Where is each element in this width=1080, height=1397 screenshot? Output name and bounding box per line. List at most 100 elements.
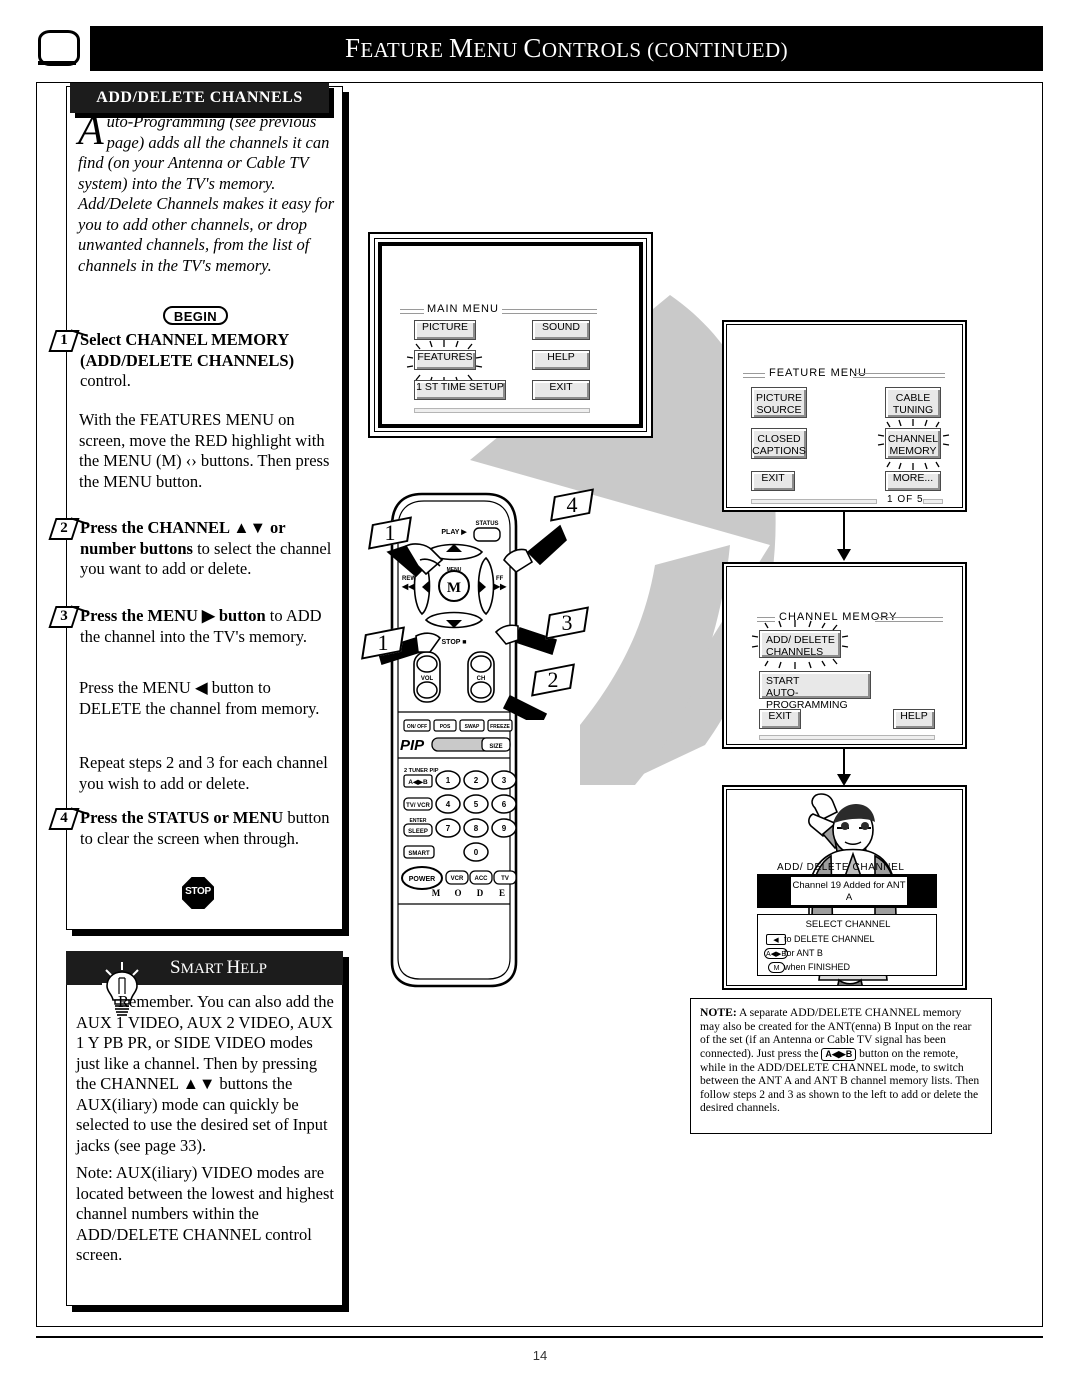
intro-dropcap: A (78, 108, 104, 154)
section-tab-label: ADD/DELETE CHANNELS (96, 89, 303, 106)
callout-2: 2 (531, 663, 580, 701)
callout-4: 4 (550, 488, 599, 526)
svg-text:SIZE: SIZE (489, 744, 502, 750)
intro-text: uto-Programming (see previous page) adds… (78, 112, 335, 275)
callout-1-bottom: 1 (361, 626, 410, 664)
osd-button-picture[interactable]: PICTURE (414, 320, 476, 340)
main-menu-tv-illustration: MAIN MENU PICTURE SOUND FEATURES HELP 1 … (368, 232, 653, 438)
svg-text:6: 6 (502, 800, 507, 809)
step-lead-1: Select CHANNEL MEMORY (ADD/DELETE CHANNE… (80, 330, 295, 370)
svg-text:SMART: SMART (408, 851, 430, 857)
osd-button-sound[interactable]: SOUND (532, 320, 590, 340)
add-delete-message: Channel 19 Added for ANT A (790, 876, 908, 906)
svg-text:5: 5 (474, 800, 479, 809)
osd-button-exit[interactable]: EXIT (532, 380, 590, 400)
osd-button-first-time-setup[interactable]: 1 ST TIME SETUP (414, 380, 506, 400)
svg-text:M: M (432, 888, 441, 898)
svg-text:SWAP: SWAP (465, 724, 480, 730)
intro-paragraph: Auto-Programming (see previous page) add… (78, 108, 336, 276)
svg-text:0: 0 (474, 848, 479, 857)
svg-text:O: O (454, 888, 461, 898)
guide-title: SELECT CHANNEL (805, 919, 891, 930)
feature-bottom-bar (751, 499, 877, 504)
osd-button-features[interactable]: FEATURES (414, 350, 476, 370)
tv-icon-base (38, 61, 76, 65)
svg-text:TV/ VCR: TV/ VCR (406, 803, 430, 809)
guide-row-0-text: to DELETE CHANNEL (784, 934, 875, 944)
feature-page-indicator: 1 OF 5 (887, 494, 924, 505)
osd-button-feature-exit[interactable]: EXIT (751, 471, 795, 491)
feature-rule-left (743, 373, 765, 378)
callout-1-top: 1 (368, 516, 417, 554)
osd-button-cable-tuning[interactable]: CABLE TUNING (885, 387, 941, 418)
step-text-4: Press the STATUS or MENU button to clear… (80, 808, 335, 849)
note-label: NOTE: (700, 1006, 737, 1019)
step-rest-1: control. (80, 371, 131, 390)
svg-text:POWER: POWER (409, 876, 435, 883)
svg-text:D: D (477, 888, 484, 898)
channel-memory-tv-illustration: CHANNEL MEMORY ADD/ DELETE CHANNELS STAR… (722, 562, 967, 749)
osd-rule-right (502, 309, 597, 314)
svg-text:8: 8 (474, 824, 479, 833)
feature-rule-right (853, 373, 945, 378)
osd-button-add-delete-channels[interactable]: ADD/ DELETE CHANNELS (759, 630, 841, 658)
svg-text:POS: POS (440, 724, 451, 730)
svg-text:FREEZE: FREEZE (490, 724, 510, 730)
feature-bottom-bar-right (923, 499, 943, 504)
left-arrow-key: ◀ (766, 934, 786, 945)
svg-text:4: 4 (446, 800, 451, 809)
step-follow-3b: Repeat steps 2 and 3 for each channel yo… (79, 753, 328, 793)
main-menu-osd-title: MAIN MENU (427, 303, 499, 315)
callout-3: 3 (545, 606, 594, 644)
stop-badge-label: STOP (185, 886, 211, 897)
osd-button-picture-source[interactable]: PICTURE SOURCE (751, 387, 807, 418)
begin-badge: BEGIN (163, 306, 228, 325)
add-delete-channel-tv-illustration: ADD/ DELETE CHANNEL Channel 19 Added for… (722, 785, 967, 990)
svg-text:ENTER: ENTER (410, 818, 427, 824)
menu-key: M (768, 962, 785, 973)
svg-text:2: 2 (474, 776, 479, 785)
osd-button-cm-help[interactable]: HELP (893, 709, 935, 729)
step-text-1: Select CHANNEL MEMORY (ADD/DELETE CHANNE… (80, 330, 335, 392)
footer-rule (36, 1336, 1043, 1338)
svg-text:E: E (499, 888, 505, 898)
osd-button-channel-memory[interactable]: CHANNEL MEMORY (885, 428, 941, 459)
osd-button-start-auto-programming[interactable]: START AUTO-PROGRAMMING (759, 671, 871, 711)
flow-arrow-feature-to-channel (837, 512, 851, 561)
osd-button-help[interactable]: HELP (532, 350, 590, 370)
step-follow-1: With the FEATURES MENU on screen, move t… (79, 410, 330, 491)
cm-rule-left (757, 617, 775, 622)
svg-text:SLEEP: SLEEP (408, 829, 428, 835)
osd-button-closed-captions[interactable]: CLOSED CAPTIONS (751, 428, 807, 459)
step-lead-4: Press the STATUS or MENU (80, 808, 284, 827)
osd-button-cm-exit[interactable]: EXIT (759, 709, 801, 729)
page-number: 14 (532, 1348, 548, 1363)
smart-help-paragraph-1: Remember. You can also add the AUX 1 VID… (76, 992, 334, 1155)
note-box: NOTE: A separate ADD/DELETE CHANNEL memo… (690, 998, 992, 1134)
tv-icon (36, 28, 80, 68)
feature-menu-tv-illustration: FEATURE MENU PICTURE SOURCE CABLE TUNING… (722, 320, 967, 512)
svg-text:3: 3 (502, 776, 507, 785)
osd-bottom-bar (414, 408, 590, 413)
svg-text:ON/ OFF: ON/ OFF (407, 724, 427, 730)
svg-text:ACC: ACC (475, 876, 489, 882)
svg-text:A◀▶B: A◀▶B (408, 779, 428, 786)
guide-row-1-text: for ANT B (784, 948, 823, 958)
svg-text:9: 9 (502, 824, 507, 833)
cm-rule-right (875, 617, 943, 622)
add-delete-guide-box: SELECT CHANNEL ◀ to DELETE CHANNEL A◀▶B … (757, 914, 937, 976)
step-follow-3: Press the MENU ◀ button to DELETE the ch… (79, 678, 320, 718)
svg-text:7: 7 (446, 824, 451, 833)
cm-bottom-bar (759, 735, 935, 740)
osd-button-more[interactable]: MORE... (885, 471, 941, 491)
guide-row-2-text: when FINISHED (784, 962, 851, 972)
page-title: FEATURE MENU CONTROLS (CONTINUED) (345, 33, 788, 63)
step-lead-3: Press the MENU ▶ button (80, 606, 266, 625)
add-delete-overlay-title: ADD/ DELETE CHANNEL (777, 862, 905, 873)
svg-text:TV: TV (501, 876, 509, 882)
svg-text:2 TUNER PIP: 2 TUNER PIP (404, 768, 439, 774)
svg-text:VCR: VCR (451, 876, 464, 882)
smart-help-body: Remember. You can also add the AUX 1 VID… (76, 992, 334, 1273)
osd-rule-left (400, 309, 424, 314)
ant-ab-key-glyph: A◀▶B (821, 1047, 857, 1061)
